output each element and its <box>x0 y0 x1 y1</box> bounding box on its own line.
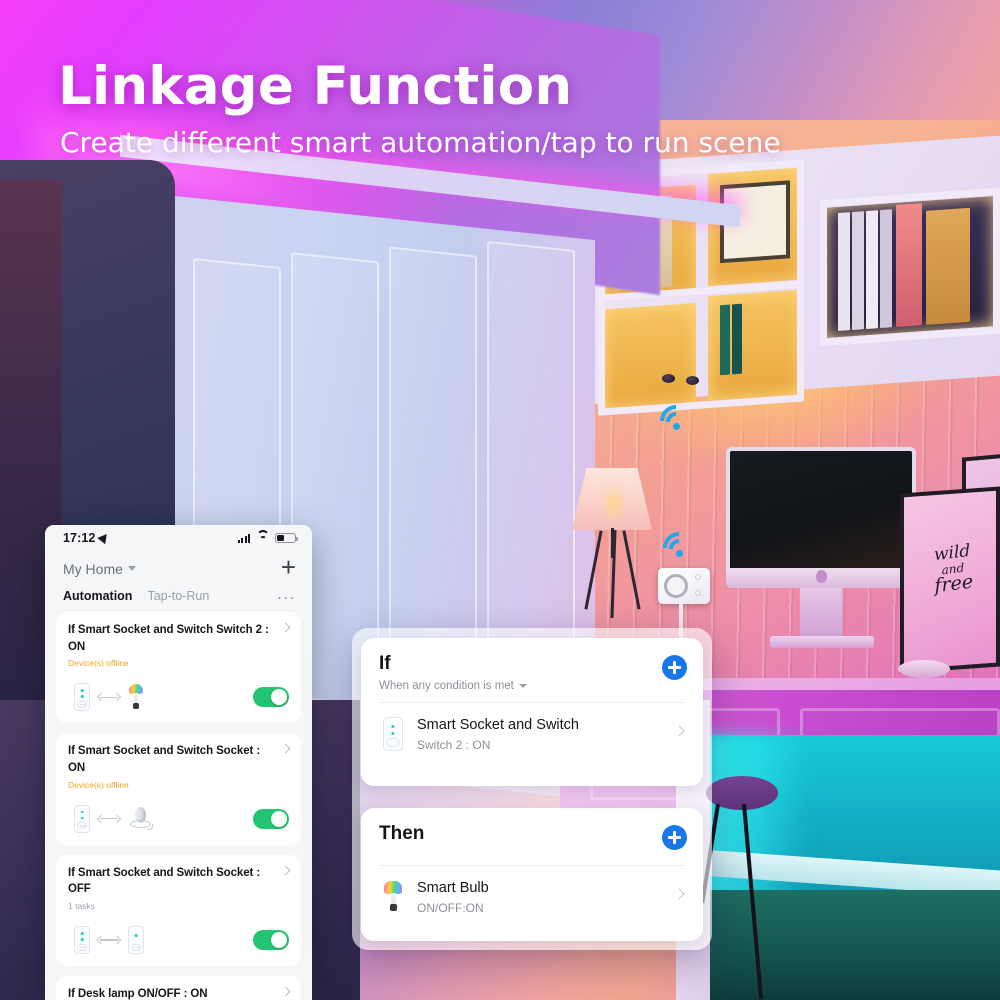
if-condition-card: If When any condition is met Smart Socke… <box>361 638 703 786</box>
link-arrow-icon <box>96 814 122 824</box>
lamp-glow <box>600 482 626 524</box>
automation-card[interactable]: If Desk lamp ON/OFF : ON Device(s) offli… <box>56 976 301 1000</box>
status-bar: 17:12 <box>45 525 312 551</box>
automation-title: If Desk lamp ON/OFF : ON <box>68 988 208 1000</box>
cellular-signal-icon <box>237 533 250 543</box>
smart-bulb-icon <box>383 880 403 914</box>
if-condition-row[interactable]: Smart Socket and Switch Switch 2 : ON <box>361 703 703 752</box>
status-bar-time: 17:12 <box>63 531 96 545</box>
smart-plug-socket-icon <box>664 574 688 598</box>
automation-title: If Smart Socket and Switch Switch 2 : ON <box>68 624 269 653</box>
smart-socket-icon <box>383 716 403 751</box>
automation-detail-panel: If When any condition is met Smart Socke… <box>352 628 712 950</box>
automation-status: Device(s) offline <box>68 658 129 669</box>
if-condition-mode-label: When any condition is met <box>379 679 514 692</box>
tab-tap-to-run[interactable]: Tap-to-Run <box>147 589 209 603</box>
then-card-header: Then <box>361 808 703 855</box>
chevron-down-icon <box>518 683 527 688</box>
if-device-value: Switch 2 : ON <box>417 738 491 753</box>
then-device-name: Smart Bulb <box>417 879 489 896</box>
ceiling-sensor-icon <box>686 376 699 385</box>
status-bar-right <box>237 530 298 544</box>
automation-card[interactable]: If Smart Socket and Switch Socket : ON D… <box>56 733 301 845</box>
more-options-button[interactable]: ··· <box>277 589 296 606</box>
location-arrow-icon <box>97 530 112 545</box>
if-device-name: Smart Socket and Switch <box>417 716 579 733</box>
smart-bulb-icon <box>128 683 144 711</box>
wifi-icon <box>256 530 269 543</box>
automation-title: If Smart Socket and Switch Socket : ON <box>68 745 261 775</box>
if-condition-mode[interactable]: When any condition is met <box>379 680 685 692</box>
automation-status: Device(s) offline <box>68 779 129 790</box>
device-icon-row <box>68 926 144 955</box>
smart-socket-icon <box>74 804 90 833</box>
then-device-value: ON/OFF:ON <box>417 901 484 916</box>
chevron-right-icon <box>673 888 685 900</box>
page-subheadline: Create different smart automation/tap to… <box>60 126 781 159</box>
smart-socket-icon <box>74 683 90 712</box>
if-title: If <box>379 653 391 674</box>
automation-devices <box>68 680 289 714</box>
automation-toggle[interactable] <box>253 930 289 951</box>
link-arrow-icon <box>96 935 122 945</box>
smart-fan-icon <box>128 806 153 832</box>
wifi-signal-icon <box>656 525 702 571</box>
tab-automation[interactable]: Automation <box>63 589 132 603</box>
home-selector[interactable]: My Home <box>63 561 136 577</box>
smart-socket-icon <box>128 926 144 955</box>
if-card-header: If When any condition is met <box>361 638 703 702</box>
device-icon-row <box>68 683 144 712</box>
add-automation-button[interactable]: + <box>281 554 296 580</box>
magic-mouse <box>898 660 950 678</box>
add-condition-button[interactable] <box>662 655 687 680</box>
automation-title: If Smart Socket and Switch Socket : OFF <box>68 866 261 896</box>
smart-socket-icon <box>74 926 90 955</box>
floor-right <box>700 890 1000 1000</box>
imac-base <box>770 636 874 648</box>
chevron-right-icon <box>673 725 685 737</box>
tab-bar: Automation Tap-to-Run ··· <box>45 582 312 612</box>
then-title: Then <box>379 823 425 844</box>
add-action-button[interactable] <box>662 825 687 850</box>
automation-card[interactable]: If Smart Socket and Switch Switch 2 : ON… <box>56 612 301 724</box>
wifi-signal-icon <box>653 398 699 444</box>
page-headline: Linkage Function <box>58 56 573 117</box>
apple-logo-icon <box>816 570 827 583</box>
automation-devices <box>68 802 289 836</box>
imac-display <box>726 447 916 572</box>
automation-devices <box>68 923 289 957</box>
then-action-card: Then Smart Bulb ON/OFF:ON <box>361 808 703 941</box>
status-bar-left: 17:12 <box>63 530 112 545</box>
automation-toggle[interactable] <box>253 808 289 829</box>
link-arrow-icon <box>96 692 122 702</box>
home-selector-label: My Home <box>63 560 123 577</box>
imac-stand <box>800 588 842 640</box>
home-bar: My Home + <box>45 551 312 582</box>
if-condition-text: Smart Socket and Switch Switch 2 : ON <box>417 716 579 752</box>
automation-card[interactable]: If Smart Socket and Switch Socket : OFF … <box>56 854 301 967</box>
phone-mockup: 17:12 My Home + Automation Tap-to-Run ··… <box>45 525 312 1000</box>
chevron-down-icon <box>127 566 136 571</box>
battery-icon <box>275 532 298 544</box>
then-action-text: Smart Bulb ON/OFF:ON <box>417 879 489 915</box>
then-action-row[interactable]: Smart Bulb ON/OFF:ON <box>361 866 703 915</box>
automation-list: If Smart Socket and Switch Switch 2 : ON… <box>45 612 312 1000</box>
automation-toggle[interactable] <box>253 687 289 708</box>
device-icon-row <box>68 804 153 833</box>
ceiling-sensor-icon <box>662 374 675 383</box>
automation-status: 1 tasks <box>68 901 95 912</box>
